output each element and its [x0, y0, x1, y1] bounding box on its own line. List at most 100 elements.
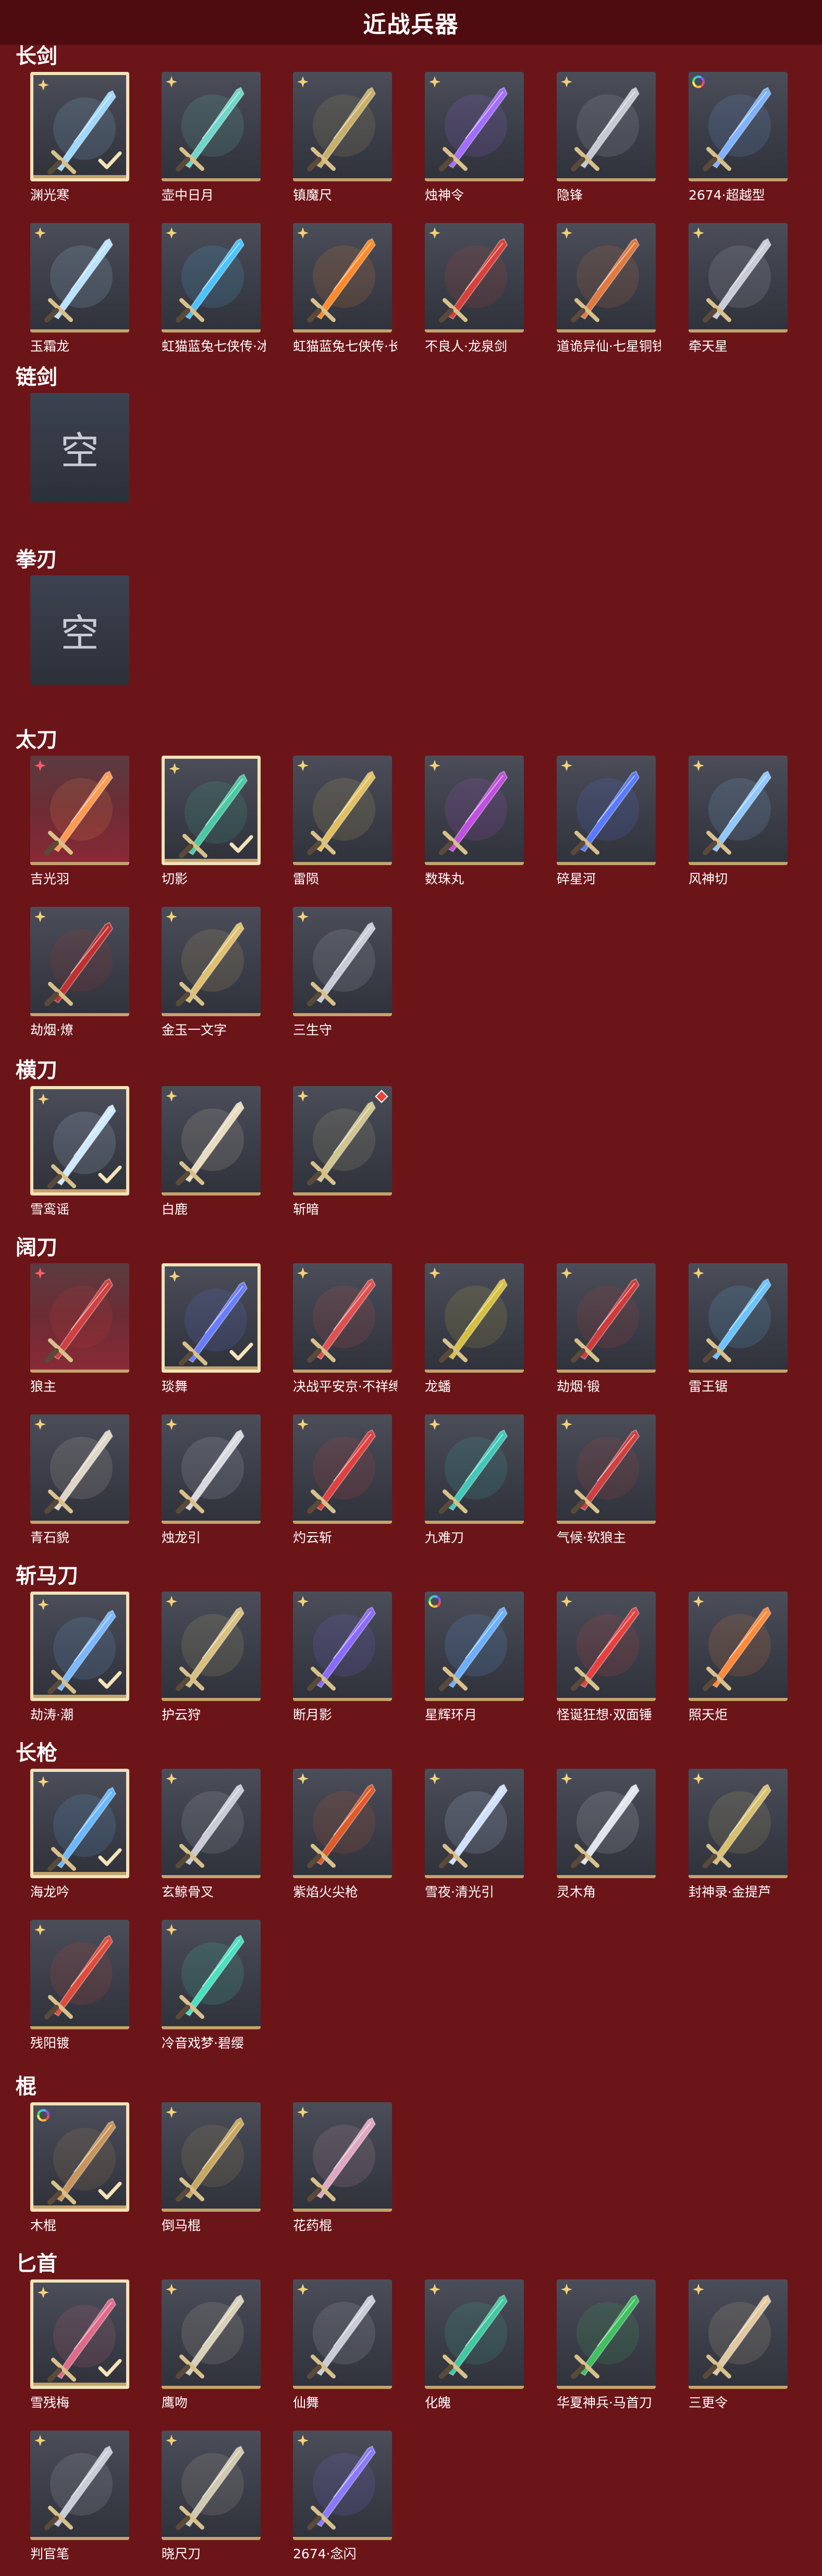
- weapon-tile[interactable]: [425, 223, 524, 332]
- weapon-tile[interactable]: [689, 756, 788, 865]
- weapon-card[interactable]: 2674·念闪: [293, 2431, 392, 2561]
- weapon-card[interactable]: 鹰吻: [162, 2279, 261, 2410]
- weapon-tile[interactable]: [293, 907, 392, 1016]
- weapon-tile[interactable]: [30, 2431, 129, 2540]
- weapon-tile[interactable]: [162, 1769, 261, 1878]
- weapon-tile[interactable]: [293, 1086, 392, 1195]
- weapon-tile[interactable]: [557, 223, 656, 332]
- weapon-tile[interactable]: [162, 2431, 261, 2540]
- weapon-tile[interactable]: [557, 1414, 656, 1524]
- weapon-card[interactable]: 玄鲸骨叉: [162, 1769, 261, 1900]
- weapon-tile[interactable]: [425, 756, 524, 865]
- weapon-tile[interactable]: [162, 1086, 261, 1195]
- weapon-card[interactable]: 金玉一文字: [162, 907, 261, 1038]
- weapon-card[interactable]: 仙舞: [293, 2279, 392, 2410]
- weapon-card[interactable]: 镇魔尺: [293, 72, 392, 203]
- weapon-card[interactable]: 劫烟·锻: [557, 1263, 656, 1394]
- weapon-card[interactable]: 三更令: [689, 2279, 788, 2410]
- weapon-card[interactable]: 晓尺刀: [162, 2431, 261, 2561]
- weapon-tile[interactable]: [293, 1769, 392, 1878]
- weapon-tile[interactable]: [30, 223, 129, 332]
- weapon-tile[interactable]: [162, 1592, 261, 1701]
- weapon-card[interactable]: 灼云斩: [293, 1414, 392, 1545]
- weapon-card[interactable]: 封神录·金提芦: [689, 1769, 788, 1900]
- weapon-tile[interactable]: [293, 1263, 392, 1373]
- weapon-card[interactable]: 雪夜·清光引: [425, 1769, 524, 1900]
- weapon-card[interactable]: 怪诞狂想·双面锤: [557, 1592, 656, 1722]
- weapon-card[interactable]: 风神切: [689, 756, 788, 886]
- weapon-tile[interactable]: [425, 1414, 524, 1524]
- weapon-card[interactable]: 海龙吟: [30, 1769, 129, 1900]
- weapon-card[interactable]: 雷王锯: [689, 1263, 788, 1394]
- weapon-tile[interactable]: [425, 1769, 524, 1878]
- weapon-card[interactable]: 灵木角: [557, 1769, 656, 1900]
- weapon-card[interactable]: 花药棍: [293, 2102, 392, 2233]
- weapon-tile[interactable]: [30, 72, 129, 181]
- weapon-tile[interactable]: [293, 2431, 392, 2540]
- weapon-tile[interactable]: [30, 1592, 129, 1701]
- weapon-tile[interactable]: [689, 72, 788, 181]
- weapon-tile[interactable]: [425, 72, 524, 181]
- weapon-card[interactable]: 青石貌: [30, 1414, 129, 1545]
- weapon-card[interactable]: 判官笔: [30, 2431, 129, 2561]
- weapon-card[interactable]: 道诡异仙·七星铜钱剑: [557, 223, 661, 354]
- weapon-tile[interactable]: [162, 907, 261, 1016]
- weapon-card[interactable]: 化魄: [425, 2279, 524, 2410]
- weapon-card[interactable]: 龙蟠: [425, 1263, 524, 1394]
- weapon-card[interactable]: 决战平安京·不祥缚刃: [293, 1263, 397, 1394]
- weapon-card[interactable]: 雪鸾谣: [30, 1086, 129, 1217]
- weapon-card[interactable]: 华夏神兵·马首刀: [557, 2279, 656, 2410]
- empty-slot[interactable]: 空: [30, 575, 129, 685]
- weapon-card[interactable]: 吉光羽: [30, 756, 129, 886]
- weapon-tile[interactable]: [557, 1592, 656, 1701]
- weapon-card[interactable]: 渊光寒: [30, 72, 129, 203]
- weapon-card[interactable]: 气候·软狼主: [557, 1414, 656, 1545]
- weapon-card[interactable]: 护云狩: [162, 1592, 261, 1722]
- weapon-tile[interactable]: [293, 1592, 392, 1701]
- weapon-card[interactable]: 数珠丸: [425, 756, 524, 886]
- weapon-card[interactable]: 照天炬: [689, 1592, 788, 1722]
- weapon-card[interactable]: 琰舞: [162, 1263, 261, 1394]
- empty-slot-tile[interactable]: 空: [30, 575, 129, 685]
- empty-slot[interactable]: 空: [30, 393, 129, 502]
- weapon-tile[interactable]: [30, 756, 129, 865]
- weapon-tile[interactable]: [293, 2279, 392, 2389]
- weapon-card[interactable]: 牵天星: [689, 223, 788, 354]
- weapon-card[interactable]: 残阳镀: [30, 1920, 129, 2051]
- weapon-tile[interactable]: [293, 72, 392, 181]
- weapon-tile[interactable]: [30, 2279, 129, 2389]
- weapon-tile[interactable]: [162, 72, 261, 181]
- weapon-card[interactable]: 壶中日月: [162, 72, 261, 203]
- weapon-tile[interactable]: [689, 1592, 788, 1701]
- weapon-card[interactable]: 星辉环月: [425, 1592, 524, 1722]
- weapon-card[interactable]: 雪残梅: [30, 2279, 129, 2410]
- weapon-tile[interactable]: [425, 2279, 524, 2389]
- weapon-card[interactable]: 不良人·龙泉剑: [425, 223, 524, 354]
- weapon-card[interactable]: 隐锋: [557, 72, 656, 203]
- weapon-card[interactable]: 九难刀: [425, 1414, 524, 1545]
- weapon-tile[interactable]: [689, 1769, 788, 1878]
- weapon-card[interactable]: 烛龙引: [162, 1414, 261, 1545]
- weapon-card[interactable]: 烛神令: [425, 72, 524, 203]
- weapon-card[interactable]: 木棍: [30, 2102, 129, 2233]
- weapon-tile[interactable]: [557, 72, 656, 181]
- weapon-tile[interactable]: [293, 1414, 392, 1524]
- weapon-tile[interactable]: [689, 2279, 788, 2389]
- weapon-card[interactable]: 劫烟·燎: [30, 907, 129, 1038]
- weapon-tile[interactable]: [30, 1769, 129, 1878]
- weapon-tile[interactable]: [293, 756, 392, 865]
- weapon-tile[interactable]: [689, 223, 788, 332]
- weapon-tile[interactable]: [689, 1263, 788, 1373]
- weapon-card[interactable]: 冷音戏梦·碧缨: [162, 1920, 261, 2051]
- weapon-card[interactable]: 2674·超越型: [689, 72, 788, 203]
- weapon-card[interactable]: 碎星河: [557, 756, 656, 886]
- weapon-tile[interactable]: [30, 1086, 129, 1195]
- weapon-card[interactable]: 白鹿: [162, 1086, 261, 1217]
- weapon-card[interactable]: 三生守: [293, 907, 392, 1038]
- weapon-tile[interactable]: [162, 756, 261, 865]
- weapon-tile[interactable]: [425, 1592, 524, 1701]
- weapon-tile[interactable]: [557, 1263, 656, 1373]
- weapon-card[interactable]: 狼主: [30, 1263, 129, 1394]
- weapon-tile[interactable]: [293, 223, 392, 332]
- weapon-tile[interactable]: [162, 2102, 261, 2212]
